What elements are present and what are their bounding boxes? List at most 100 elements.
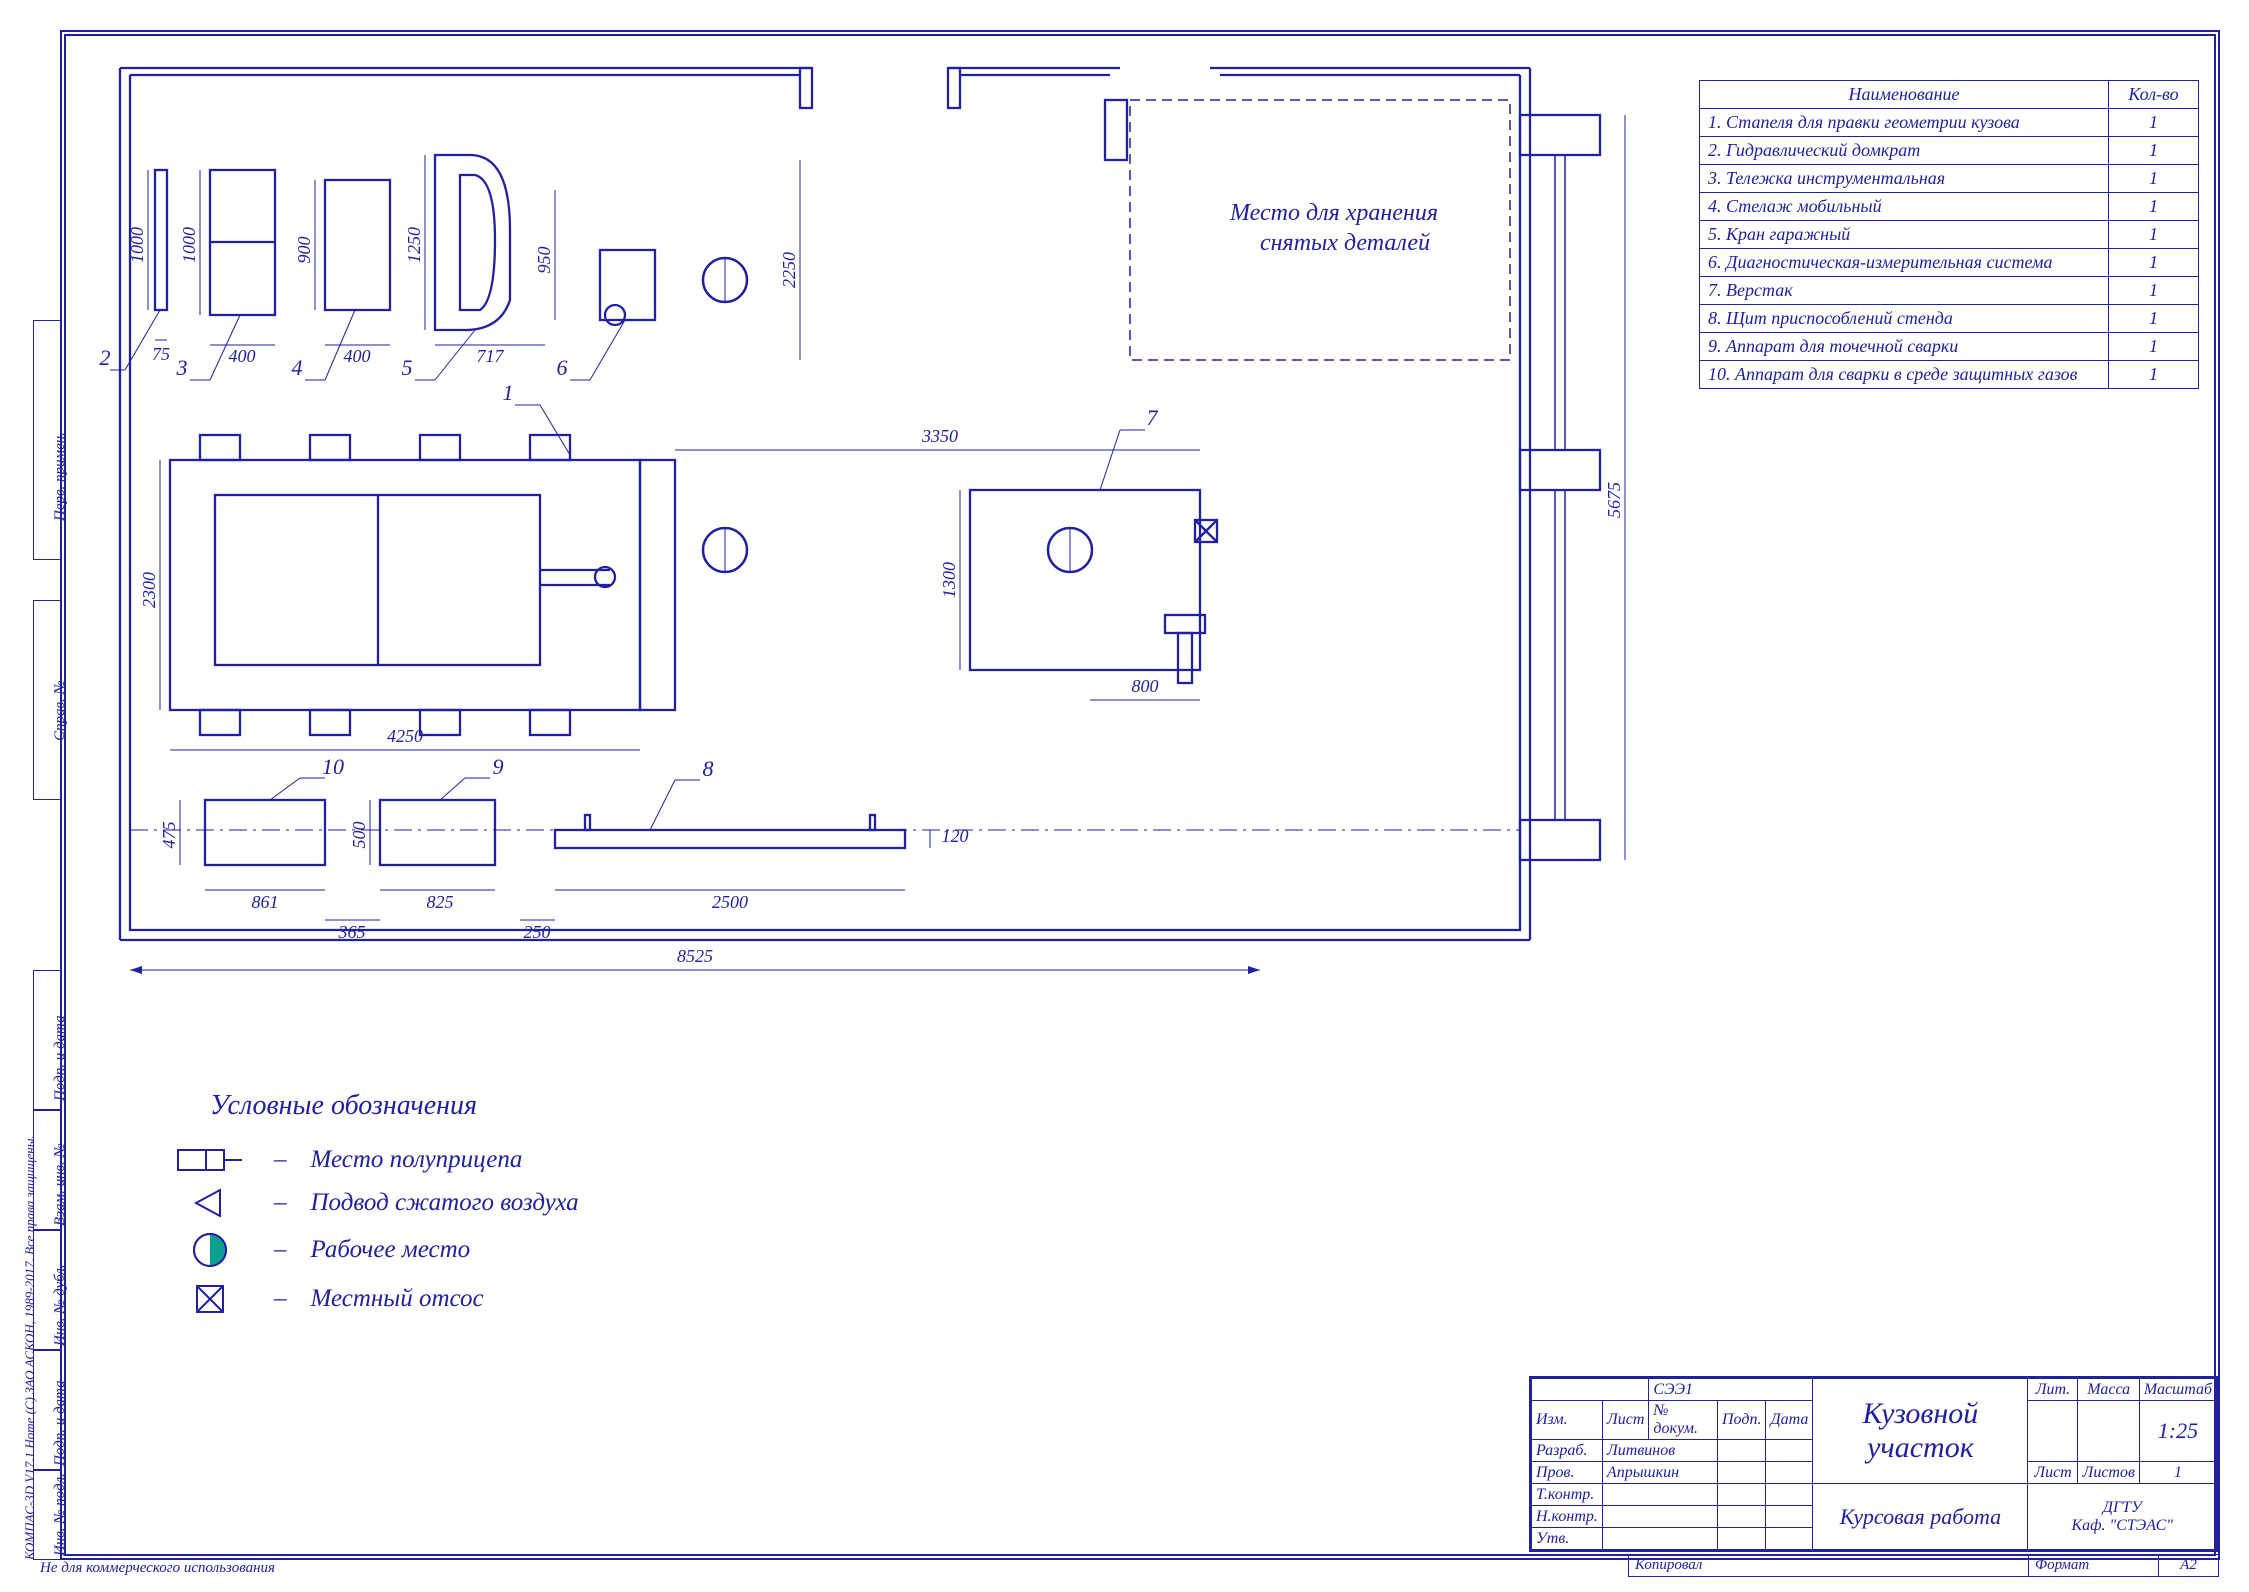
lbl-2: 2 [100,345,111,370]
bom-row: 9. Аппарат для точечной сварки1 [1700,333,2199,361]
sidecell-perv: Перв. примен. [33,320,61,560]
bom-qty: 1 [2109,193,2199,221]
sidecell-podpdata: Подп. и дата [33,970,61,1110]
legend-text-3: Местный отсос [311,1285,484,1313]
bom-qty: 1 [2109,221,2199,249]
bom-row: 4. Стелаж мобильный1 [1700,193,2199,221]
bom-name: 1. Стапеля для правки геометрии кузова [1700,109,2109,137]
tb-listovval: 1 [2139,1462,2216,1484]
legend-row-exhaust: – Местный отсос [170,1282,579,1316]
sidecell-sprav: Справ. № [33,600,61,800]
tb-org2: Каф. "СТЭАС" [2032,1517,2212,1535]
dim-120: 120 [942,826,969,846]
tb-podp: Подп. [1718,1401,1766,1440]
drawing-area: Место для хранения снятых деталей 1000 7… [100,60,1640,1060]
tb-lit: Лит. [2028,1379,2078,1401]
format-strip: Копировал Формат А2 [1628,1554,2219,1577]
lbl-3: 3 [176,355,188,380]
tb-razrab-name: Литвинов [1602,1440,1717,1462]
dim-2300: 2300 [139,572,159,608]
dim-717: 717 [477,346,505,366]
dim-365: 365 [338,922,366,942]
tb-tkontr: Т.контр. [1532,1484,1603,1506]
bom-qty: 1 [2109,333,2199,361]
item-1 [170,435,675,735]
bom-name: 9. Аппарат для точечной сварки [1700,333,2109,361]
tb-massa: Масса [2078,1379,2139,1401]
dim-2250: 2250 [779,252,799,288]
trailer-icon [170,1144,250,1176]
lbl-10: 10 [322,754,344,779]
software-note: КОМПАС-3D V17.1 Home (С) ЗАО АСКОН, 1989… [22,1135,38,1560]
exhaust-icon [170,1282,250,1316]
tb-ndoc: № докум. [1649,1401,1718,1440]
tb-subtitle: Курсовая работа [1813,1484,2028,1550]
lbl-9: 9 [493,754,504,779]
lbl-4: 4 [292,355,303,380]
tb-listlbl: Лист [2028,1462,2078,1484]
dim-3350: 3350 [921,426,958,446]
bom-row: 6. Диагностическая-измерительная система… [1700,249,2199,277]
dim-861: 861 [252,892,279,912]
tb-title: Кузовной участок [1813,1379,2028,1484]
storage-note1: Место для хранения [1229,200,1438,226]
bom-name: 4. Стелаж мобильный [1700,193,2109,221]
dim-900: 900 [294,237,314,264]
tb-prov: Пров. [1532,1462,1603,1484]
storage-note2: снятых деталей [1260,230,1430,256]
tb-formatval: А2 [2159,1555,2219,1577]
bom-row: 8. Щит приспособлений стенда1 [1700,305,2199,333]
bom-qty: 1 [2109,137,2199,165]
dim-5675: 5675 [1604,482,1624,518]
bom-row: 2. Гидравлический домкрат1 [1700,137,2199,165]
tb-prov-name: Апрышкин [1602,1462,1717,1484]
workplace-1 [703,258,747,302]
tb-list: Лист [1602,1401,1649,1440]
lbl-6: 6 [557,355,568,380]
dim-75: 75 [152,344,170,364]
bom-qty: 1 [2109,109,2199,137]
tb-kopiroval: Копировал [1629,1555,2029,1577]
tb-data: Дата [1766,1401,1813,1440]
legend-text-1: Подвод сжатого воздуха [311,1189,579,1217]
dim-2500: 2500 [712,892,748,912]
bom-row: 10. Аппарат для сварки в среде защитных … [1700,361,2199,389]
legend-row-triangle: – Подвод сжатого воздуха [170,1188,579,1218]
dim-400b: 400 [344,346,371,366]
dim-1300: 1300 [939,562,959,598]
bom-qty: 1 [2109,361,2199,389]
tb-org1: ДГТУ [2032,1499,2212,1517]
dim-475: 475 [159,822,179,849]
dim-4250: 4250 [387,726,423,746]
bom-row: 1. Стапеля для правки геометрии кузова1 [1700,109,2199,137]
tb-mash: Масштаб [2139,1379,2216,1401]
lbl-7: 7 [1147,405,1159,430]
title-block: СЭЭ1 Кузовной участок Лит. Масса Масштаб… [1529,1376,2219,1552]
triangle-icon [170,1188,250,1218]
dim-1250: 1250 [404,227,424,263]
tb-code: СЭЭ1 [1649,1379,1813,1401]
dim-800: 800 [1132,676,1159,696]
legend-row-workplace: – Рабочее место [170,1230,579,1270]
dim-400a: 400 [229,346,256,366]
legend-row-trailer: – Место полуприцепа [170,1144,579,1176]
bom-h-qty: Кол-во [2109,81,2199,109]
bom-qty: 1 [2109,305,2199,333]
noncommercial-note: Не для коммерческого использования [40,1560,275,1577]
tb-utv: Утв. [1532,1528,1603,1550]
dim-500: 500 [349,822,369,849]
legend: Условные обозначения – Место полуприцепа… [170,1090,579,1328]
tb-format: Формат [2029,1555,2159,1577]
dim-950: 950 [534,247,554,274]
lbl-1: 1 [503,380,514,405]
bom-name: 10. Аппарат для сварки в среде защитных … [1700,361,2109,389]
tb-izm: Изм. [1532,1401,1603,1440]
bom-name: 5. Кран гаражный [1700,221,2109,249]
exhaust-symbol [1195,520,1217,542]
dim-1000b: 1000 [179,227,199,263]
bom-row: 3. Тележка инструментальная1 [1700,165,2199,193]
bom-qty: 1 [2109,249,2199,277]
bom-qty: 1 [2109,277,2199,305]
bom-name: 7. Верстак [1700,277,2109,305]
bom-table: Наименование Кол-во 1. Стапеля для правк… [1699,80,2199,389]
